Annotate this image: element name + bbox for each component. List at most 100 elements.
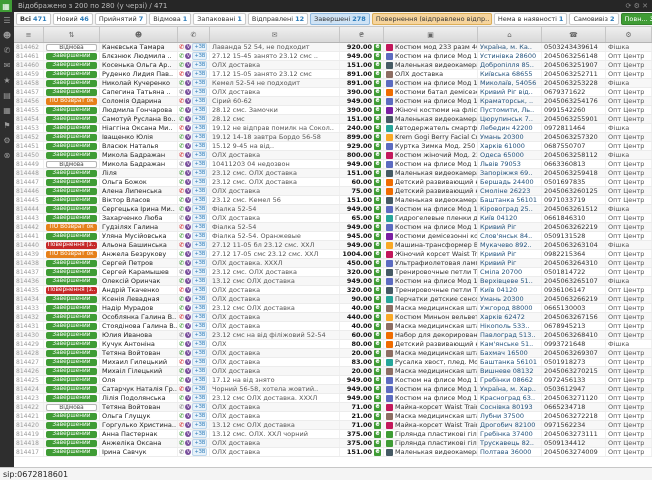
status-badge[interactable]: Завершений <box>46 188 97 195</box>
client-name[interactable]: Уляна Мусійовська <box>100 232 178 240</box>
Сапегина Татьяна ..[interactable]: 814457 Завершений Сапегина Татьяна .. ✆ … <box>14 88 652 97</box>
client-name[interactable]: Соломія Одарина <box>100 97 178 105</box>
status-badge[interactable]: Завершений <box>46 332 97 339</box>
status-badge[interactable]: Завершений <box>46 143 97 150</box>
client-name[interactable]: Лілія Подолянська <box>100 394 178 402</box>
col-contact-icon[interactable]: ✆ <box>178 27 210 42</box>
viber-icon[interactable]: V <box>185 431 191 437</box>
Ірина Савчук[interactable]: 814417 Завершений Ірина Савчук ✆ V +ЗВ О… <box>14 448 652 457</box>
client-name[interactable]: Кучук Антоніна <box>100 340 178 348</box>
viber-icon[interactable]: V <box>185 341 191 347</box>
tab-out-of-stock[interactable]: Нема в наявності 1 <box>494 13 568 25</box>
status-badge[interactable]: Завершений <box>46 278 97 285</box>
Оля[interactable]: 814425 Завершений Оля ✆ V +ЗВ 17.12 на в… <box>14 376 652 385</box>
status-badge[interactable]: Завершений <box>46 341 97 348</box>
Сергецька Ірина Ми..[interactable]: 814444 Завершений Сергецька Ірина Ми.. ✆… <box>14 205 652 214</box>
Ліля[interactable]: 814448 Завершений Ліля ✆ V +ЗВ 23.12 смс… <box>14 169 652 178</box>
Андрій Ткаченко[interactable]: 814435 Повернення (з.. Андрій Ткаченко ✆… <box>14 286 652 295</box>
client-name[interactable]: Альона Башинська <box>100 241 178 249</box>
viber-icon[interactable]: V <box>185 269 191 275</box>
status-badge[interactable]: Завершений <box>46 134 97 141</box>
client-name[interactable]: Особлянка Галина В.. <box>100 313 178 321</box>
phone-call-icon[interactable]: ✆ <box>179 215 184 222</box>
client-name[interactable]: Алена Липенська <box>100 187 178 195</box>
status-badge[interactable]: Повернення (з.. <box>46 287 97 294</box>
Стоядінова Галина В..[interactable]: 814431 Завершений Стоядінова Галина В.. … <box>14 322 652 331</box>
status-badge[interactable]: Завершений <box>46 323 97 330</box>
status-badge[interactable]: Відмова <box>46 161 97 168</box>
Іващенко Юлія[interactable]: 814452 Завершений Іващенко Юлія ✆ V +ЗВ … <box>14 133 652 142</box>
phone-call-icon[interactable]: ✆ <box>179 422 184 429</box>
client-name[interactable]: Юлия Иванова <box>100 331 178 339</box>
status-badge[interactable]: Завершений <box>46 80 97 87</box>
settings-icon[interactable]: ⚙ <box>3 137 10 145</box>
client-name[interactable]: Ольга Глущук <box>100 412 178 420</box>
Олексій Оринчак[interactable]: 814436 Завершений Олексій Оринчак ✆ V +З… <box>14 277 652 286</box>
status-badge[interactable]: Завершений <box>46 233 97 240</box>
phone-call-icon[interactable]: ✆ <box>179 449 184 456</box>
viber-icon[interactable]: V <box>185 170 191 176</box>
phone-call-icon[interactable]: ✆ <box>179 323 184 330</box>
status-badge[interactable]: Завершений <box>46 377 97 384</box>
col-id-icon[interactable]: ≡ <box>14 27 44 42</box>
Людмила Гончарова[interactable]: 814455 Завершений Людмила Гончарова ✆ V … <box>14 106 652 115</box>
phone-call-icon[interactable]: ✆ <box>179 161 184 168</box>
Гудзілях Галина[interactable]: 814442 ПО Возврат ок Гудзілях Галина ✆ V… <box>14 223 652 232</box>
col-product-icon[interactable]: ▣ <box>384 27 478 42</box>
status-badge[interactable]: Завершений <box>46 89 97 96</box>
Віктор Власов[interactable]: 814445 Завершений Віктор Власов ✆ V +ЗВ … <box>14 196 652 205</box>
Особлянка Галина В..[interactable]: 814432 Завершений Особлянка Галина В.. ✆… <box>14 313 652 322</box>
status-badge[interactable]: Завершений <box>46 260 97 267</box>
Канєвська Тамара[interactable]: 814462 Відмова Канєвська Тамара ✆ V +ЗВ … <box>14 43 652 52</box>
status-badge[interactable]: Завершений <box>46 395 97 402</box>
phone-call-icon[interactable]: ✆ <box>179 89 184 96</box>
logout-icon[interactable]: ⊗ <box>4 152 11 160</box>
Власюк Наталья[interactable]: 814451 Завершений Власюк Наталья ✆ V +ЗВ… <box>14 142 652 151</box>
viber-icon[interactable]: V <box>185 98 191 104</box>
viber-icon[interactable]: V <box>185 287 191 293</box>
viber-icon[interactable]: V <box>185 296 191 302</box>
viber-icon[interactable]: V <box>185 125 191 131</box>
phone-call-icon[interactable]: ✆ <box>179 350 184 357</box>
phone-call-icon[interactable]: ✆ <box>179 224 184 231</box>
status-badge[interactable]: Завершений <box>46 314 97 321</box>
Лілія Подолянська[interactable]: 814423 Завершений Лілія Подолянська ✆ V … <box>14 394 652 403</box>
phone-call-icon[interactable]: ✆ <box>179 278 184 285</box>
col-client-icon[interactable]: ☻ <box>100 27 178 42</box>
client-name[interactable]: Власюк Наталья <box>100 142 178 150</box>
Анжеліка Оксана[interactable]: 814418 Завершений Анжеліка Оксана ✆ V +З… <box>14 439 652 448</box>
viber-icon[interactable]: V <box>185 305 191 311</box>
status-badge[interactable]: Завершений <box>46 368 97 375</box>
phone-call-icon[interactable]: ✆ <box>179 80 184 87</box>
viber-icon[interactable]: V <box>185 359 191 365</box>
phone-call-icon[interactable]: ✆ <box>179 440 184 447</box>
viber-icon[interactable]: V <box>185 224 191 230</box>
client-name[interactable]: Тетяна Войтован <box>100 349 178 357</box>
phone-call-icon[interactable]: ✆ <box>179 152 184 159</box>
client-name[interactable]: Микола Бадражан <box>100 160 178 168</box>
phone-call-icon[interactable]: ✆ <box>179 107 184 114</box>
client-name[interactable]: Николай Кучеренко <box>100 79 178 87</box>
client-name[interactable]: Тетяна Войтован <box>100 403 178 411</box>
phone-call-icon[interactable]: ✆ <box>179 359 184 366</box>
client-name[interactable]: Андрій Ткаченко <box>100 286 178 294</box>
viber-icon[interactable]: V <box>185 251 191 257</box>
topbar-actions-icons[interactable]: ⟳ ⚙ ✕ <box>626 2 652 10</box>
phone-call-icon[interactable]: ✆ <box>179 188 184 195</box>
calls-icon[interactable]: ✆ <box>4 47 11 55</box>
Юлия Иванова[interactable]: 814430 Завершений Юлия Иванова ✆ V +ЗВ 2… <box>14 331 652 340</box>
status-badge[interactable]: Завершений <box>46 152 97 159</box>
client-name[interactable]: Руденко Лидия Пав.. <box>100 70 178 78</box>
client-name[interactable]: Ніаггіна Оксана Ми.. <box>100 124 178 132</box>
client-name[interactable]: Іващенко Юлія <box>100 133 178 141</box>
viber-icon[interactable]: V <box>185 242 191 248</box>
phone-call-icon[interactable]: ✆ <box>179 53 184 60</box>
status-badge[interactable]: Завершений <box>46 71 97 78</box>
status-badge[interactable]: Повернення (з.. <box>46 242 97 249</box>
Кучук Антоніна[interactable]: 814429 Завершений Кучук Антоніна ✆ V +ЗВ… <box>14 340 652 349</box>
Соломія Одарина[interactable]: 814456 ПО Возврат ок Соломія Одарина ✆ V… <box>14 97 652 106</box>
delivery-icon[interactable]: ⚑ <box>3 122 10 130</box>
phone-call-icon[interactable]: ✆ <box>179 44 184 51</box>
Ольга Божок[interactable]: 814447 Завершений Ольга Божок ✆ V +ЗВ 23… <box>14 178 652 187</box>
client-name[interactable]: Блєзнюк Людмила .. <box>100 52 178 60</box>
